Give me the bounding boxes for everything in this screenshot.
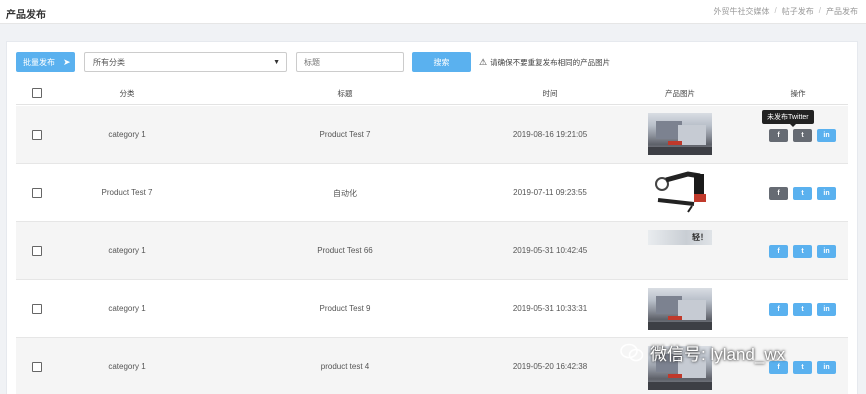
product-image[interactable] bbox=[648, 170, 712, 216]
row-category: category 1 bbox=[108, 246, 146, 255]
row-title: Product Test 7 bbox=[319, 130, 371, 139]
linkedin-icon[interactable]: in bbox=[817, 129, 836, 142]
row-actions: f t in bbox=[769, 129, 836, 142]
breadcrumb-separator: / bbox=[818, 6, 821, 15]
linkedin-icon[interactable]: in bbox=[817, 303, 836, 316]
row-time: 2019-07-11 09:23:55 bbox=[513, 188, 587, 197]
row-title: 自动化 bbox=[333, 189, 357, 198]
row-checkbox[interactable] bbox=[32, 130, 42, 140]
batch-publish-label: 批量发布 bbox=[23, 57, 55, 67]
row-title: product test 4 bbox=[320, 362, 370, 371]
warning-icon: ⚠ bbox=[479, 57, 488, 67]
row-category: category 1 bbox=[108, 362, 146, 371]
title-search-input[interactable] bbox=[296, 52, 404, 72]
twitter-icon[interactable]: t bbox=[793, 187, 812, 200]
category-select-value: 所有分类 bbox=[93, 57, 125, 67]
duplicate-notice: ⚠ 请确保不要重复发布相同的产品图片 bbox=[479, 57, 610, 68]
row-actions: f t in bbox=[769, 187, 836, 200]
row-title: Product Test 9 bbox=[319, 304, 371, 313]
twitter-icon[interactable]: t bbox=[793, 245, 812, 258]
send-arrow-icon: ➤ bbox=[63, 56, 71, 67]
tooltip-text: 未发布Twitter bbox=[767, 114, 809, 121]
product-image[interactable] bbox=[648, 288, 712, 330]
linkedin-icon[interactable]: in bbox=[817, 245, 836, 258]
caret-down-icon: ▼ bbox=[273, 59, 280, 66]
row-checkbox[interactable] bbox=[32, 362, 42, 372]
row-category: category 1 bbox=[108, 130, 146, 139]
facebook-icon[interactable]: f bbox=[769, 303, 788, 316]
column-header-time: 时间 bbox=[542, 89, 558, 98]
row-category: category 1 bbox=[108, 304, 146, 313]
wechat-watermark: 微信号: lyland_wx bbox=[620, 340, 785, 365]
watermark-text: 微信号: lyland_wx bbox=[650, 345, 786, 364]
row-checkbox[interactable] bbox=[32, 188, 42, 198]
linkedin-icon[interactable]: in bbox=[817, 187, 836, 200]
row-checkbox[interactable] bbox=[32, 246, 42, 256]
batch-publish-button[interactable]: 批量发布 ➤ bbox=[16, 52, 75, 72]
breadcrumb: 外贸牛社交媒体 / 帖子发布 / 产品发布 bbox=[714, 6, 858, 17]
duplicate-notice-text: 请确保不要重复发布相同的产品图片 bbox=[490, 58, 611, 67]
facebook-icon[interactable]: f bbox=[769, 187, 788, 200]
table-row: category 1 Product Test 9 2019-05-31 10:… bbox=[16, 280, 848, 338]
row-time: 2019-05-31 10:42:45 bbox=[512, 246, 588, 255]
breadcrumb-item-post-publish[interactable]: 帖子发布 bbox=[782, 6, 814, 17]
column-header-product-image: 产品图片 bbox=[665, 89, 695, 98]
breadcrumb-separator: / bbox=[774, 6, 777, 15]
facebook-icon[interactable]: f bbox=[769, 245, 788, 258]
product-image[interactable] bbox=[648, 113, 712, 155]
row-time: 2019-05-20 16:42:38 bbox=[512, 362, 588, 371]
toolbar: 批量发布 ➤ 所有分类 ▼ 搜索 ⚠ 请确保不要重复发布相同的产品图片 bbox=[16, 52, 846, 72]
twitter-icon[interactable]: t bbox=[793, 361, 812, 374]
search-button[interactable]: 搜索 bbox=[412, 52, 471, 72]
linkedin-icon[interactable]: in bbox=[817, 361, 836, 374]
twitter-status-tooltip: 未发布Twitter bbox=[762, 110, 814, 127]
row-checkbox[interactable] bbox=[32, 304, 42, 314]
top-bar: 产品发布 外贸牛社交媒体 / 帖子发布 / 产品发布 bbox=[0, 0, 866, 24]
row-title: Product Test 66 bbox=[317, 246, 373, 255]
wechat-icon bbox=[620, 343, 644, 361]
table-row: category 1 Product Test 66 2019-05-31 10… bbox=[16, 222, 848, 280]
category-select[interactable]: 所有分类 ▼ bbox=[84, 52, 287, 72]
row-time: 2019-08-16 19:21:05 bbox=[512, 130, 588, 139]
column-header-category: 分类 bbox=[119, 89, 135, 98]
row-actions: f t in bbox=[769, 303, 836, 316]
table-header: 分类 标题 时间 产品图片 操作 bbox=[16, 81, 848, 105]
table-row: category 1 Product Test 7 2019-08-16 19:… bbox=[16, 106, 848, 164]
tooltip-arrow bbox=[790, 124, 796, 127]
product-image[interactable]: 轻！ bbox=[648, 230, 712, 245]
breadcrumb-item-social-media[interactable]: 外贸牛社交媒体 bbox=[714, 6, 770, 17]
twitter-icon[interactable]: t bbox=[793, 303, 812, 316]
breadcrumb-item-product-publish: 产品发布 bbox=[826, 7, 858, 16]
column-header-actions: 操作 bbox=[790, 89, 806, 98]
row-time: 2019-05-31 10:33:31 bbox=[512, 304, 588, 313]
select-all-checkbox[interactable] bbox=[32, 88, 42, 98]
row-actions: f t in bbox=[769, 245, 836, 258]
row-category: Product Test 7 bbox=[101, 188, 153, 197]
table-row: Product Test 7 自动化 2019-07-11 09:23:55 f… bbox=[16, 164, 848, 222]
twitter-icon[interactable]: t bbox=[793, 129, 812, 142]
product-image-text: 轻！ bbox=[692, 233, 708, 242]
facebook-icon[interactable]: f bbox=[769, 129, 788, 142]
column-header-title: 标题 bbox=[337, 89, 353, 98]
page-title: 产品发布 bbox=[6, 10, 46, 21]
